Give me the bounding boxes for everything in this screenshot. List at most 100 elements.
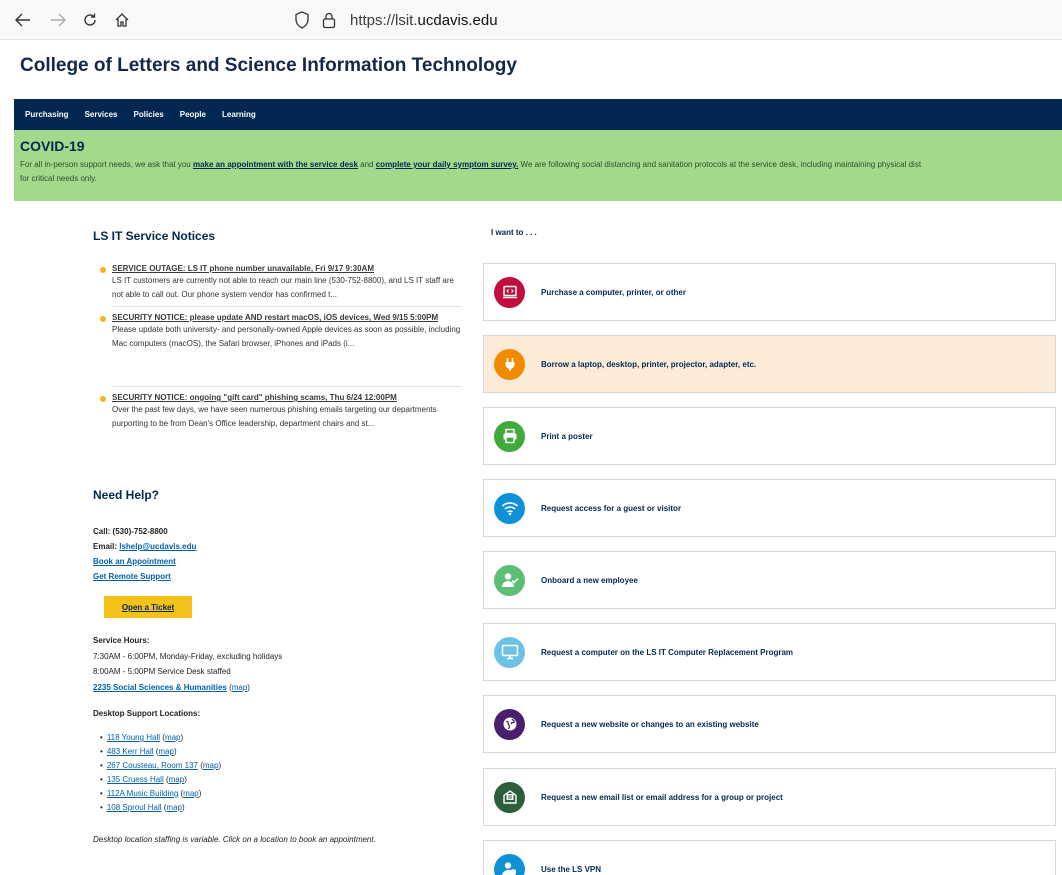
back-arrow-icon[interactable] xyxy=(12,9,34,31)
desktop-locations-list: 118 Young Hall (map) 483 Kerr Hall (map)… xyxy=(100,731,221,815)
location-link[interactable]: 118 Young Hall xyxy=(107,733,160,742)
site-title[interactable]: College of Letters and Science Informati… xyxy=(20,55,517,77)
covid-text: For all in-person support needs, we ask … xyxy=(20,160,922,183)
divider xyxy=(112,386,462,387)
location-staffing-note: Desktop location staffing is variable. C… xyxy=(93,835,376,844)
email-link[interactable]: lshelp@ucdavis.edu xyxy=(119,542,196,551)
action-card-borrow[interactable]: Borrow a laptop, desktop, printer, proje… xyxy=(483,335,1056,393)
email-line: Email: lshelp@ucdavis.edu xyxy=(93,542,197,551)
monitor-icon xyxy=(494,636,525,668)
map-link[interactable]: map xyxy=(166,803,182,812)
shield-icon[interactable] xyxy=(294,11,310,29)
action-card-computer-replacement[interactable]: Request a computer on the LS IT Computer… xyxy=(483,623,1056,681)
reload-icon[interactable] xyxy=(79,9,101,31)
action-label: Request access for a guest or visitor xyxy=(541,503,682,513)
service-hours-2: 8:00AM - 5:00PM Service Desk staffed xyxy=(93,667,231,676)
action-card-email-list[interactable]: Request a new email list or email addres… xyxy=(483,768,1056,826)
divider xyxy=(112,306,462,307)
action-card-purchase[interactable]: Purchase a computer, printer, or other xyxy=(483,263,1056,321)
forward-arrow-icon[interactable] xyxy=(47,9,69,31)
nav-services[interactable]: Services xyxy=(85,110,118,119)
location-link[interactable]: 135 Cruess Hall xyxy=(107,775,164,784)
list-item: 108 Sproul Hall (map) xyxy=(100,801,221,815)
notice-body: Please update both university- and perso… xyxy=(112,325,461,348)
map-link[interactable]: map xyxy=(165,733,181,742)
book-appointment-link[interactable]: Book an Appointment xyxy=(93,557,176,566)
notice-item: SERVICE OUTAGE: LS IT phone number unava… xyxy=(100,263,462,302)
service-desk-appointment-link[interactable]: make an appointment with the service des… xyxy=(193,160,358,169)
bullet-dot-icon xyxy=(100,267,106,273)
covid-banner: COVID-19 For all in-person support needs… xyxy=(14,130,1062,201)
action-label: Request a new website or changes to an e… xyxy=(541,719,759,729)
list-item: 483 Kerr Hall (map) xyxy=(100,745,221,759)
browser-toolbar: https://lsit.ucdavis.edu xyxy=(0,0,1062,40)
action-card-guest-access[interactable]: Request access for a guest or visitor xyxy=(483,479,1056,537)
map-link[interactable]: map xyxy=(203,761,219,770)
url-text: https://lsit.ucdavis.edu xyxy=(350,11,498,29)
purchase-icon xyxy=(494,276,525,308)
action-card-vpn[interactable]: Use the LS VPN xyxy=(483,840,1056,875)
hq-location-link[interactable]: 2235 Social Sciences & Humanities xyxy=(93,683,227,692)
list-item: 112A Music Building (map) xyxy=(100,787,221,801)
action-label: Request a computer on the LS IT Computer… xyxy=(541,647,794,657)
nav-policies[interactable]: Policies xyxy=(134,110,164,119)
nav-purchasing[interactable]: Purchasing xyxy=(25,110,69,119)
main-nav: Purchasing Services Policies People Lear… xyxy=(14,99,1062,130)
printer-icon xyxy=(494,420,525,452)
notices-title: LS IT Service Notices xyxy=(93,229,216,243)
address-bar[interactable]: https://lsit.ucdavis.edu xyxy=(294,6,1062,34)
service-hours-label: Service Hours: xyxy=(93,636,150,645)
remote-support-link[interactable]: Get Remote Support xyxy=(93,572,171,581)
notice-body: LS IT customers are currently not able t… xyxy=(112,276,454,299)
list-item: 118 Young Hall (map) xyxy=(100,731,221,745)
action-card-website[interactable]: Request a new website or changes to an e… xyxy=(483,695,1056,753)
covid-heading: COVID-19 xyxy=(20,138,85,154)
notice-item: SECURITY NOTICE: ongoing "gift card" phi… xyxy=(100,392,462,431)
remote-support-link-wrap: Get Remote Support xyxy=(93,571,171,582)
need-help-title: Need Help? xyxy=(93,488,160,502)
action-label: Print a poster xyxy=(541,431,593,441)
notice-heading-link[interactable]: SECURITY NOTICE: ongoing "gift card" phi… xyxy=(112,392,462,403)
action-card-onboard[interactable]: Onboard a new employee xyxy=(483,551,1056,609)
open-ticket-button[interactable]: Open a Ticket xyxy=(104,596,192,618)
list-item: 135 Cruess Hall (map) xyxy=(100,773,221,787)
plug-icon xyxy=(494,348,525,380)
vpn-user-icon xyxy=(494,853,525,875)
notice-body: Over the past few days, we have seen num… xyxy=(112,405,437,428)
hq-location-line: 2235 Social Sciences & Humanities (map) xyxy=(93,683,250,692)
home-icon[interactable] xyxy=(111,9,133,31)
map-link[interactable]: map xyxy=(158,747,174,756)
lock-icon[interactable] xyxy=(322,11,336,29)
action-label: Use the LS VPN xyxy=(541,864,602,874)
i-want-to-title: I want to . . . xyxy=(491,228,537,237)
notice-heading-link[interactable]: SERVICE OUTAGE: LS IT phone number unava… xyxy=(112,263,462,274)
location-link[interactable]: 483 Kerr Hall xyxy=(107,747,154,756)
map-link[interactable]: map xyxy=(183,789,199,798)
action-label: Request a new email list or email addres… xyxy=(541,792,783,802)
globe-icon xyxy=(494,708,525,740)
notice-item: SECURITY NOTICE: please update AND resta… xyxy=(100,312,462,351)
symptom-survey-link[interactable]: complete your daily symptom survey. xyxy=(376,160,519,169)
list-item: 267 Cousteau, Room 137 (map) xyxy=(100,759,221,773)
envelope-icon xyxy=(494,781,525,813)
service-hours-1: 7:30AM - 6:00PM, Monday-Friday, excludin… xyxy=(93,652,283,661)
location-link[interactable]: 108 Sproul Hall xyxy=(107,803,162,812)
nav-people[interactable]: People xyxy=(180,110,206,119)
map-link[interactable]: map xyxy=(232,683,248,692)
bullet-dot-icon xyxy=(100,396,106,402)
action-label: Borrow a laptop, desktop, printer, proje… xyxy=(541,359,757,369)
action-label: Purchase a computer, printer, or other xyxy=(541,287,686,297)
location-link[interactable]: 267 Cousteau, Room 137 xyxy=(107,761,198,770)
action-label: Onboard a new employee xyxy=(541,575,638,585)
location-link[interactable]: 112A Music Building xyxy=(107,789,178,798)
desktop-locations-label: Desktop Support Locations: xyxy=(93,709,201,718)
map-link[interactable]: map xyxy=(169,775,185,784)
action-card-print-poster[interactable]: Print a poster xyxy=(483,407,1056,465)
book-appointment-link-wrap: Book an Appointment xyxy=(93,556,176,567)
nav-learning[interactable]: Learning xyxy=(222,110,256,119)
user-check-icon xyxy=(494,564,525,596)
wifi-icon xyxy=(494,492,525,524)
call-number: Call: (530)-752-8800 xyxy=(93,527,168,536)
bullet-dot-icon xyxy=(100,316,106,322)
notice-heading-link[interactable]: SECURITY NOTICE: please update AND resta… xyxy=(112,312,462,323)
